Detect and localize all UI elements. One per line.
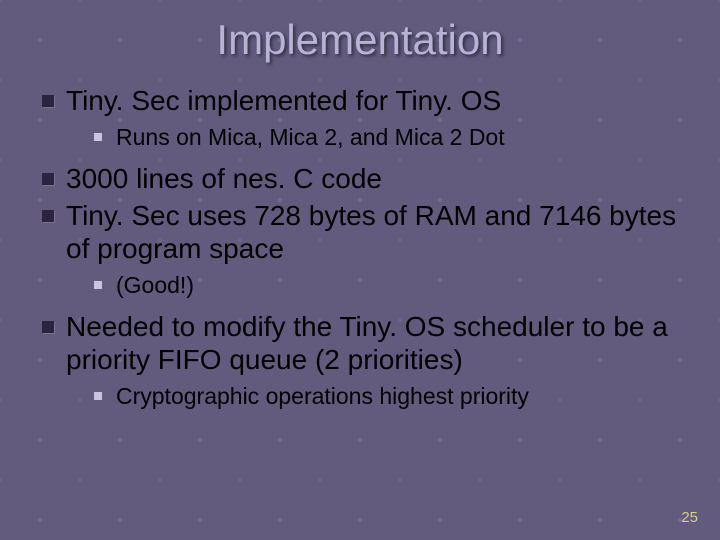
list-item: Runs on Mica, Mica 2, and Mica 2 Dot <box>94 123 678 152</box>
sub-bullet-list: Cryptographic operations highest priorit… <box>66 382 678 411</box>
bullet-list: Tiny. Sec implemented for Tiny. OS Runs … <box>42 84 678 410</box>
bullet-text: Tiny. Sec implemented for Tiny. OS <box>66 85 501 116</box>
bullet-text: Needed to modify the Tiny. OS scheduler … <box>66 311 668 375</box>
list-item: 3000 lines of nes. C code <box>42 162 678 195</box>
bullet-text: Cryptographic operations highest priorit… <box>116 383 529 409</box>
list-item: Tiny. Sec uses 728 bytes of RAM and 7146… <box>42 199 678 300</box>
list-item: Cryptographic operations highest priorit… <box>94 382 678 411</box>
list-item: Tiny. Sec implemented for Tiny. OS Runs … <box>42 84 678 152</box>
bullet-text: Tiny. Sec uses 728 bytes of RAM and 7146… <box>66 200 676 264</box>
slide: Implementation Tiny. Sec implemented for… <box>0 0 720 540</box>
bullet-text: 3000 lines of nes. C code <box>66 163 382 194</box>
sub-bullet-list: (Good!) <box>66 271 678 300</box>
slide-body: Tiny. Sec implemented for Tiny. OS Runs … <box>0 64 720 410</box>
slide-title: Implementation <box>0 0 720 64</box>
list-item: Needed to modify the Tiny. OS scheduler … <box>42 310 678 411</box>
bullet-text: (Good!) <box>116 272 194 298</box>
bullet-text: Runs on Mica, Mica 2, and Mica 2 Dot <box>116 124 505 150</box>
page-number: 25 <box>681 509 698 526</box>
sub-bullet-list: Runs on Mica, Mica 2, and Mica 2 Dot <box>66 123 678 152</box>
list-item: (Good!) <box>94 271 678 300</box>
